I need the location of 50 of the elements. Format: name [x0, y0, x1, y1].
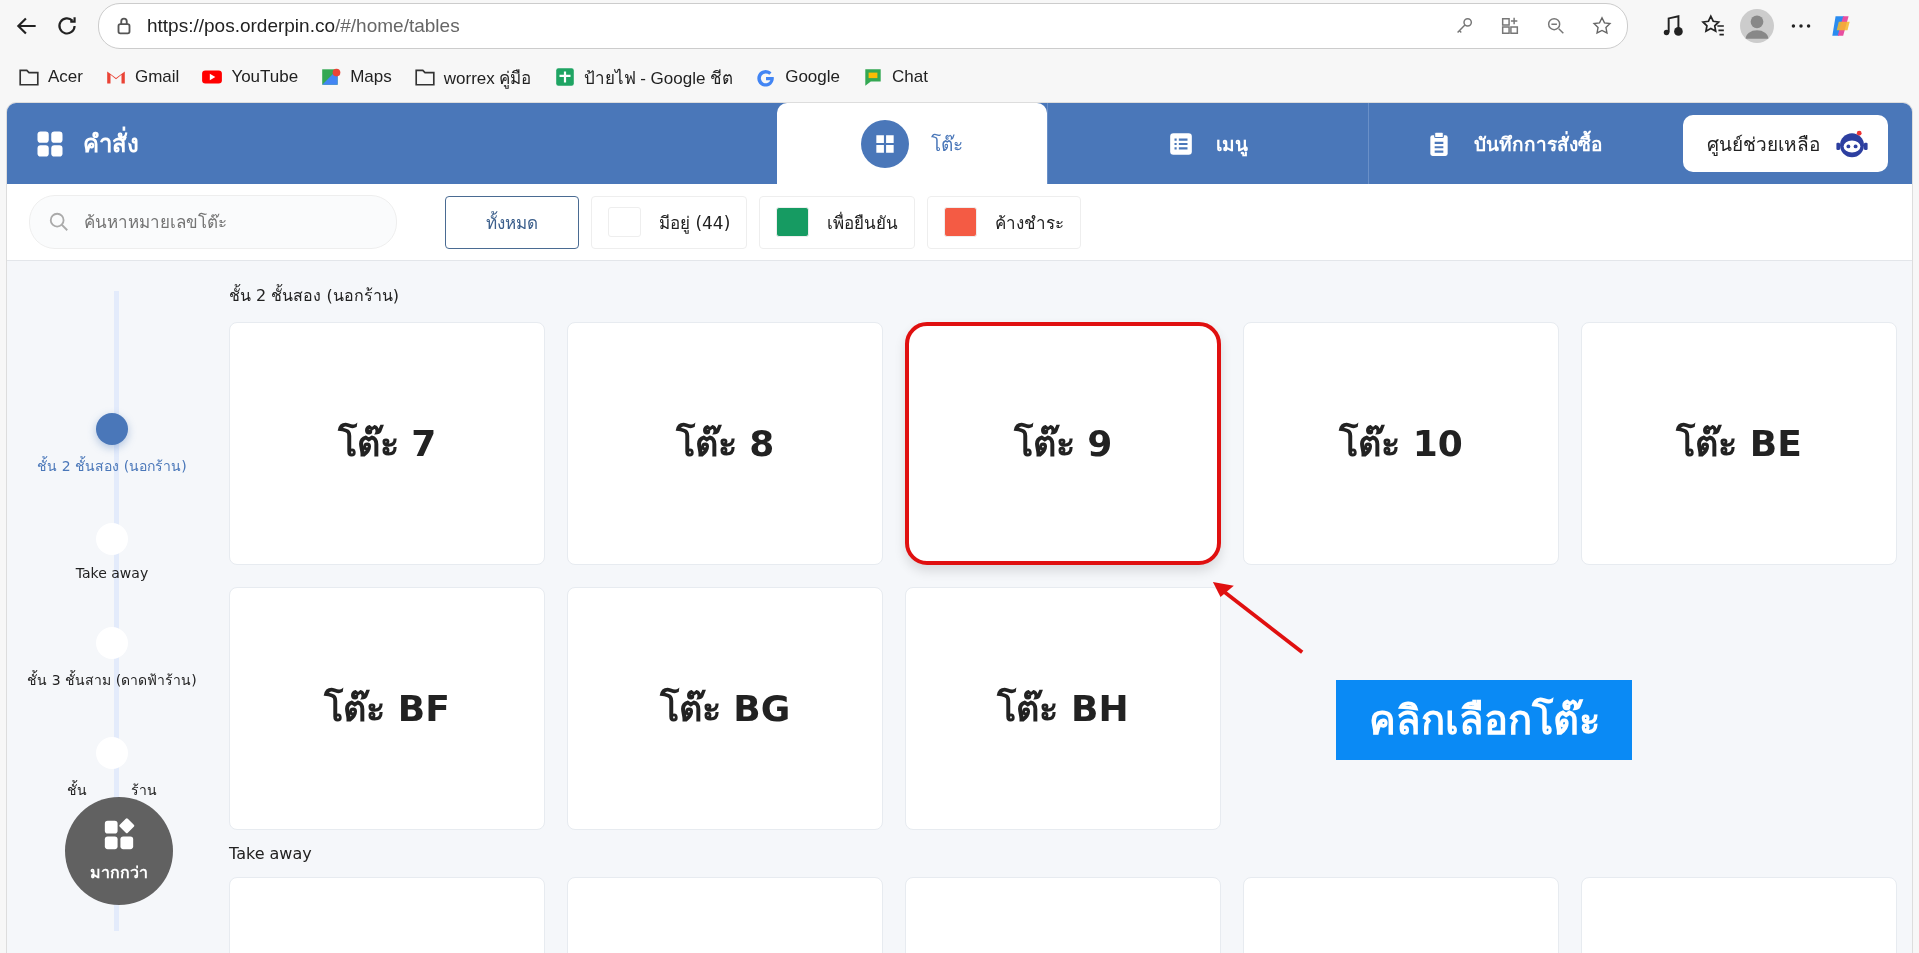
address-bar[interactable]: https://pos.orderpin.co/#/home/tables	[98, 3, 1628, 49]
bookmark[interactable]: Gmail	[104, 66, 180, 88]
floor-link[interactable]: ชั้น 2 ชั้นสอง (นอกร้าน)	[37, 455, 187, 477]
table-card[interactable]: โต๊ะ 10	[1243, 322, 1559, 565]
table-card[interactable]: โต๊ะ 9	[905, 322, 1221, 565]
help-center-button[interactable]: ศูนย์ช่วยเหลือ	[1683, 115, 1888, 172]
floor-link[interactable]: ชั้น 3 ชั้นสาม (ดาดฟ้าร้าน)	[27, 669, 197, 691]
bookmark[interactable]: YouTube	[201, 66, 299, 88]
section-title: ชั้น 2 ชั้นสอง (นอกร้าน)	[229, 283, 400, 307]
bookmark[interactable]: Acer	[18, 66, 83, 88]
table-grid-icon	[861, 119, 909, 168]
search-icon	[48, 211, 70, 233]
bookmark[interactable]: worrex คู่มือ	[413, 63, 532, 91]
floor-dot[interactable]	[96, 413, 128, 445]
robot-icon	[1834, 128, 1870, 159]
chat-icon	[862, 66, 884, 88]
search-input[interactable]: ค้นหาหมายเลขโต๊ะ	[82, 199, 378, 245]
table-card[interactable]: โต๊ะ 8	[567, 322, 883, 565]
map-icon	[320, 66, 343, 88]
table-card[interactable]: โต๊ะ BE	[1581, 322, 1897, 565]
apps-icon	[102, 817, 136, 852]
sheet-icon	[553, 66, 576, 88]
table-card[interactable]: โต๊ะ BF	[229, 587, 545, 830]
status-filter-button[interactable]: เพื่อยืนยัน	[759, 195, 916, 249]
floor-dot[interactable]	[96, 523, 128, 555]
zoom-out-icon[interactable]	[1545, 15, 1567, 37]
status-filter-button[interactable]: มีอยู่ (44)	[591, 195, 748, 249]
table-card[interactable]: โต๊ะ BH	[905, 587, 1221, 830]
callout-label: คลิกเลือกโต๊ะ	[1336, 680, 1632, 760]
favorites-icon[interactable]	[1700, 13, 1726, 39]
search-field[interactable]: ค้นหาหมายเลขโต๊ะ	[29, 195, 397, 249]
app-title: คำสั่ง	[83, 124, 139, 163]
more-button[interactable]: มากกว่า	[65, 797, 173, 905]
nav-tab[interactable]: โต๊ะ	[777, 103, 1047, 184]
bookmark[interactable]: Maps	[320, 66, 392, 88]
floor-dot[interactable]	[96, 737, 128, 769]
floor-link[interactable]: Take away	[75, 565, 149, 581]
url-text: https://pos.orderpin.co/#/home/tables	[147, 15, 460, 37]
status-filter-button[interactable]: ค้างชำระ	[927, 195, 1082, 249]
floor-dot[interactable]	[96, 627, 128, 659]
star-icon[interactable]	[1591, 15, 1613, 37]
bookmark[interactable]: ป้ายไฟ - Google ชีต	[553, 63, 734, 91]
table-card[interactable]: โต๊ะ BG	[567, 587, 883, 830]
add-app-icon[interactable]	[1499, 15, 1521, 37]
section-title: Take away	[229, 844, 313, 863]
avatar-icon[interactable]	[1740, 9, 1774, 43]
table-card[interactable]: โต๊ะ 7	[229, 322, 545, 565]
bookmark[interactable]: Google	[755, 66, 840, 88]
all-filter-button[interactable]: ทั้งหมด	[445, 195, 579, 249]
bookmark[interactable]: Chat	[862, 66, 928, 88]
